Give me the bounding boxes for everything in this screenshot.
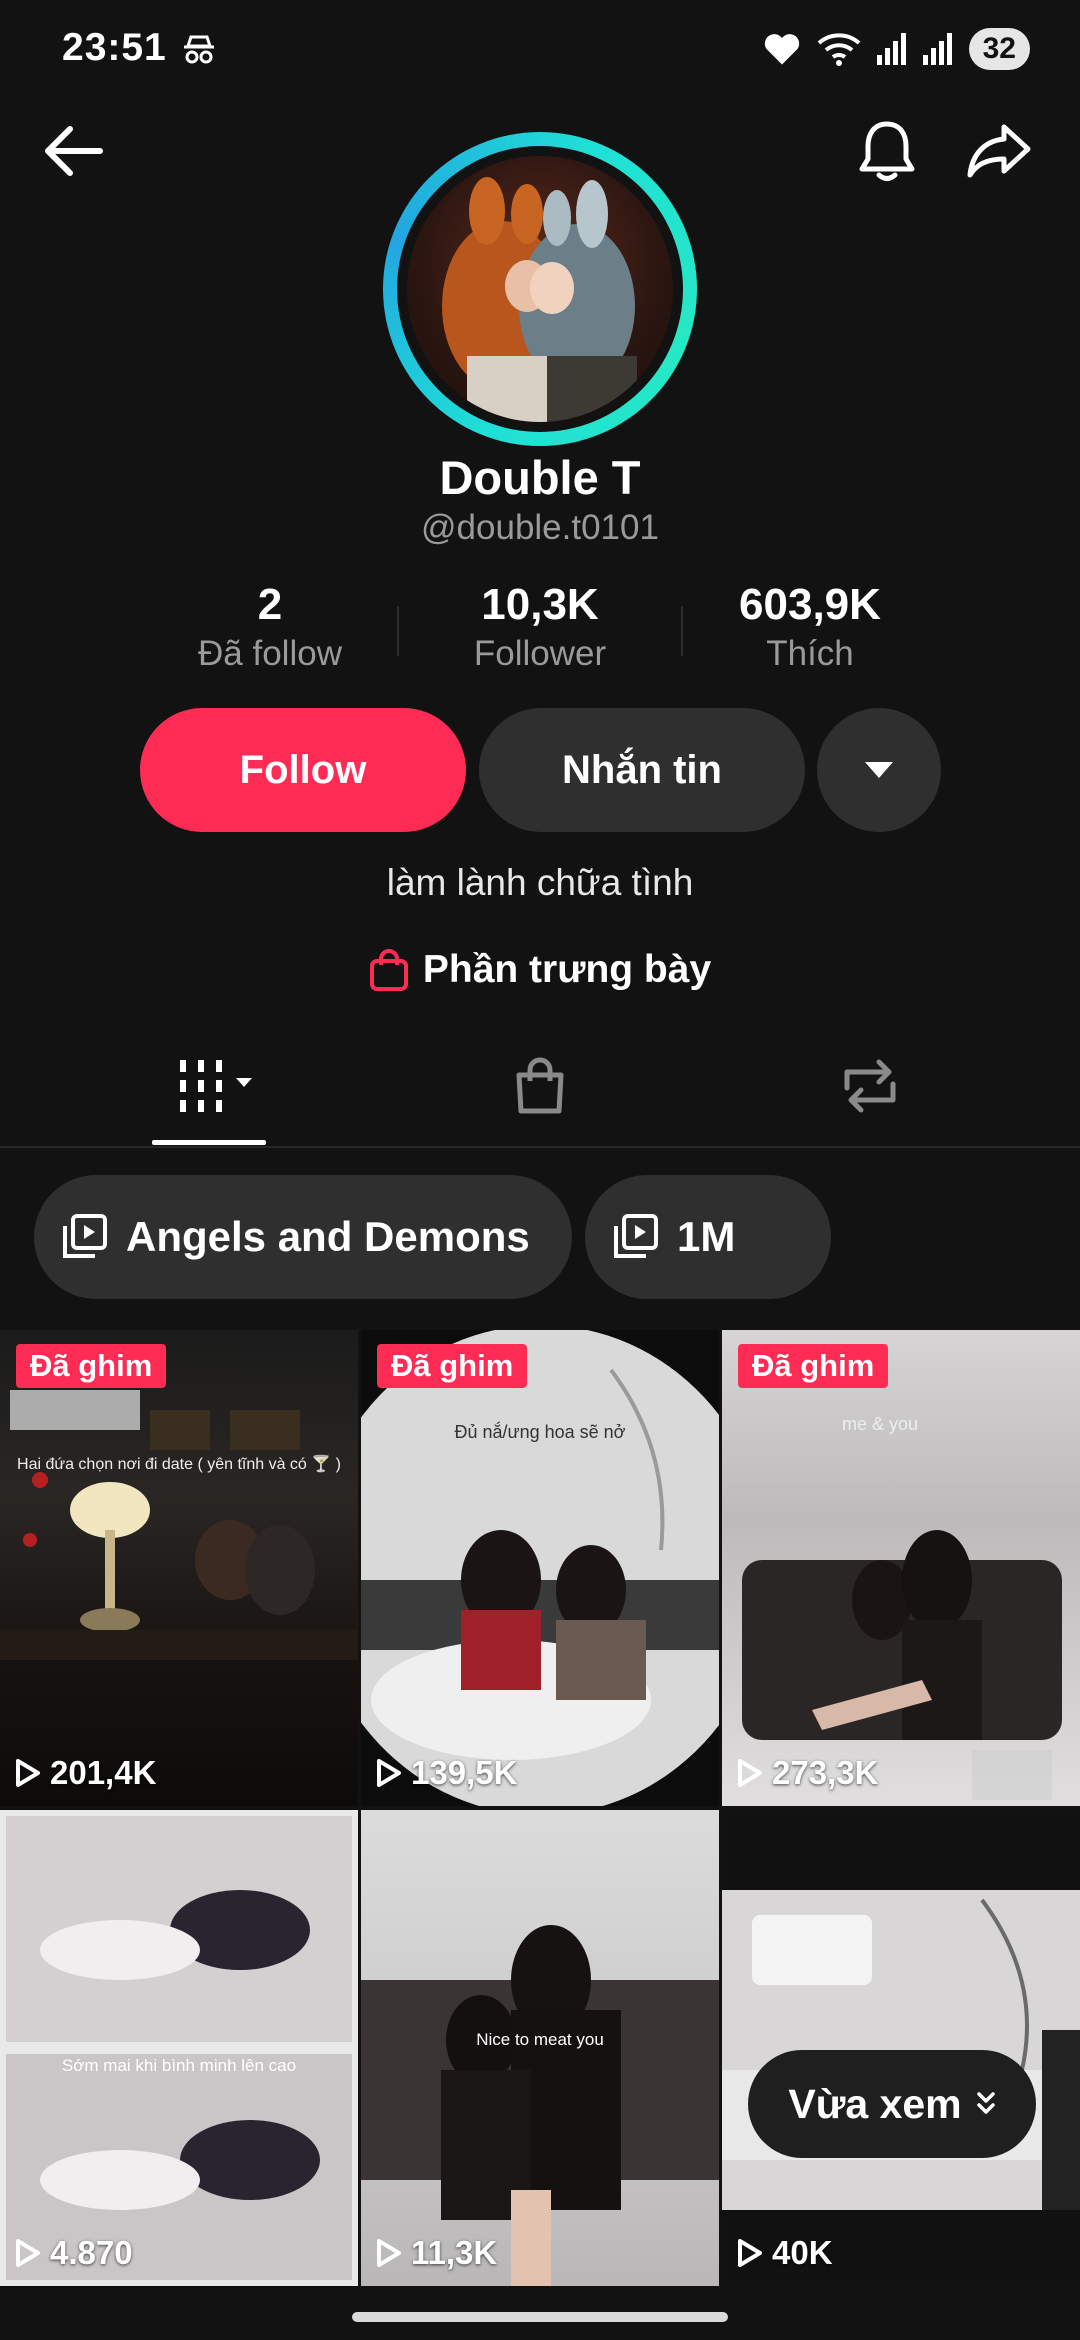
active-tab-indicator	[152, 1140, 266, 1145]
likes-label: Thích	[766, 634, 854, 673]
view-count: 40K	[736, 2234, 833, 2272]
recently-viewed-button[interactable]: Vừa xem	[748, 2050, 1036, 2158]
more-options-button[interactable]	[817, 708, 941, 832]
notification-button[interactable]	[852, 116, 922, 186]
pinned-badge: Đã ghim	[738, 1344, 889, 1388]
playlist-chip[interactable]: Angels and Demons	[34, 1175, 572, 1299]
view-count-value: 11,3K	[411, 2234, 498, 2271]
status-icons: 32	[763, 28, 1030, 70]
tab-shop[interactable]	[500, 1056, 580, 1116]
bag-icon	[516, 1057, 564, 1114]
view-count-value: 40K	[772, 2234, 833, 2271]
followers-label: Follower	[473, 634, 607, 673]
stats-divider	[681, 606, 683, 656]
view-count: 273,3K	[736, 1754, 878, 1792]
heart-icon	[764, 34, 799, 65]
showcase-label: Phần trưng bày	[422, 948, 712, 991]
share-arrow-icon	[967, 124, 1031, 178]
play-icon	[738, 1759, 762, 1787]
view-count: 139,5K	[375, 1754, 517, 1792]
content-tabs	[0, 1040, 1080, 1148]
profile-stats: 2 Đã follow 10,3K Follower 603,9K Thích	[150, 580, 930, 674]
video-thumbnail[interactable]: Hai đứa chọn nơi đi date ( yên tĩnh và c…	[0, 1330, 358, 1806]
video-thumbnail[interactable]: 40K	[722, 1810, 1080, 2286]
followers-stat[interactable]: 10,3K Follower	[420, 580, 660, 674]
playlist-chip[interactable]: 1M	[585, 1175, 831, 1299]
status-time: 23:51	[62, 26, 167, 69]
bell-icon	[859, 121, 915, 181]
follow-button[interactable]: Follow	[140, 708, 466, 832]
playlist-label: 1M	[677, 1213, 736, 1260]
followers-count: 10,3K	[481, 580, 599, 629]
tab-videos[interactable]	[170, 1056, 270, 1116]
view-count-value: 201,4K	[50, 1754, 157, 1791]
video-caption: Nice to meat you	[476, 2030, 604, 2049]
avatar-photo	[407, 156, 673, 422]
playlist-icon	[614, 1214, 658, 1258]
profile-handle: @double.t0101	[421, 508, 659, 547]
pinned-badge: Đã ghim	[16, 1344, 167, 1388]
signal-icon	[876, 33, 906, 65]
avatar[interactable]	[383, 132, 697, 446]
recently-viewed-label: Vừa xem	[788, 2080, 962, 2127]
profile-bio: làm lành chữa tình	[386, 862, 694, 903]
grid-icon	[180, 1060, 252, 1112]
signal-icon-2	[922, 33, 952, 65]
play-icon	[377, 2239, 401, 2267]
tab-reposts[interactable]	[830, 1056, 910, 1116]
video-caption: me & you	[842, 1414, 919, 1434]
battery-indicator: 32	[968, 28, 1030, 70]
likes-stat: 603,9K Thích	[690, 580, 930, 674]
incognito-icon	[184, 35, 214, 64]
view-count: 11,3K	[375, 2234, 497, 2272]
video-thumbnail[interactable]: Sớm mai khi bình minh lên cao 4.870	[0, 1810, 358, 2286]
play-icon	[16, 2239, 40, 2267]
video-thumbnail[interactable]: Nice to meat you 11,3K	[361, 1810, 719, 2286]
wifi-icon	[817, 33, 860, 66]
shopping-bag-icon	[369, 949, 408, 991]
likes-count: 603,9K	[739, 580, 881, 629]
video-thumbnail[interactable]: me & you Đã ghim 273,3K	[722, 1330, 1080, 1806]
stats-divider	[397, 606, 399, 656]
view-count: 201,4K	[14, 1754, 156, 1792]
message-button[interactable]: Nhắn tin	[479, 708, 805, 832]
play-icon	[16, 1759, 40, 1787]
play-icon	[377, 1759, 401, 1787]
double-chevron-down-icon	[976, 2092, 995, 2114]
thumbnail-art	[361, 1330, 719, 1806]
play-icon	[738, 2239, 762, 2267]
following-count: 2	[257, 580, 283, 629]
video-caption: Hai đứa chọn nơi đi date ( yên tĩnh và c…	[17, 1456, 341, 1473]
video-thumbnail[interactable]: Đủ nắ/ưng hoa sẽ nở Đã ghim 139,5K	[361, 1330, 719, 1806]
thumbnail-art	[742, 1530, 1062, 1800]
pinned-badge: Đã ghim	[377, 1344, 528, 1388]
repost-icon	[844, 1059, 896, 1113]
playlist-label: Angels and Demons	[126, 1213, 530, 1260]
share-button[interactable]	[964, 116, 1034, 186]
playlist-icon	[63, 1214, 107, 1258]
following-label: Đã follow	[198, 634, 342, 673]
back-button[interactable]	[38, 116, 108, 186]
view-count-value: 139,5K	[411, 1754, 518, 1791]
view-count-value: 4.870	[50, 2234, 133, 2271]
video-caption: Sớm mai khi bình minh lên cao	[61, 2056, 297, 2075]
showcase-link[interactable]: Phần trưng bày	[0, 948, 1080, 992]
back-arrow-icon	[45, 126, 103, 176]
thumbnail-art	[722, 1890, 1080, 2210]
caret-down-icon	[865, 762, 893, 778]
home-indicator[interactable]	[352, 2312, 728, 2322]
view-count: 4.870	[14, 2234, 133, 2272]
video-caption: Đủ nắ/ưng hoa sẽ nở	[454, 1422, 626, 1442]
profile-name: Double T	[439, 451, 641, 504]
thumbnail-art	[6, 1816, 352, 2280]
view-count-value: 273,3K	[772, 1754, 879, 1791]
following-stat[interactable]: 2 Đã follow	[150, 580, 390, 674]
thumbnail-art	[0, 1390, 358, 1660]
